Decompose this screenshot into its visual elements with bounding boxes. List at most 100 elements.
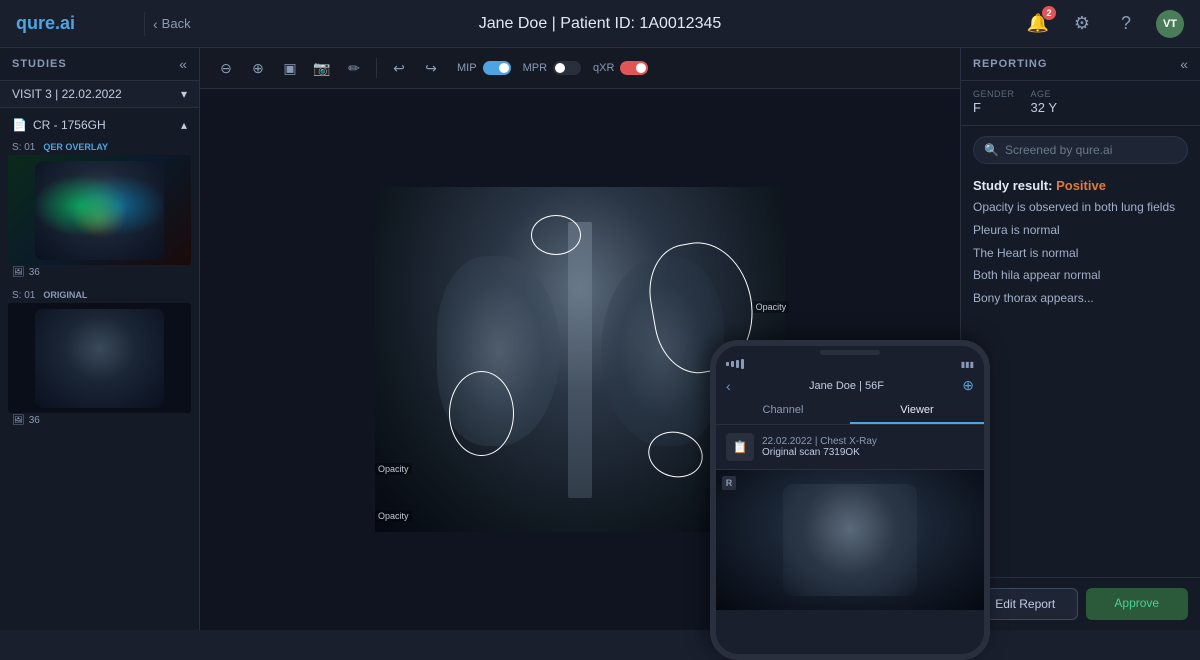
- study-name-item[interactable]: 📄 CR - 1756GH ▴: [0, 114, 199, 136]
- viewer-content: Opacity Opacity Opacity Opacity: [200, 89, 960, 630]
- thumbnail-count-1: 🖼 36: [8, 265, 191, 280]
- qxr-label: qXR: [593, 62, 614, 74]
- gear-icon: ⚙: [1074, 13, 1090, 34]
- mpr-toggle[interactable]: [553, 61, 581, 75]
- panel-collapse-button[interactable]: «: [1180, 56, 1188, 72]
- image-icon-2: 🖼: [12, 415, 25, 426]
- mobile-patient-label: Jane Doe | 56F: [809, 380, 884, 392]
- mip-label: MIP: [457, 62, 477, 74]
- right-panel: REPORTING « GENDER F AGE 32 Y 🔍 Screened…: [960, 48, 1200, 630]
- finding-1: Pleura is normal: [973, 222, 1188, 239]
- report-content: Study result: Positive Opacity is observ…: [961, 174, 1200, 577]
- zoom-out-icon: ⊖: [220, 60, 232, 77]
- pencil-icon: ✏: [348, 60, 360, 77]
- thumbnail-original[interactable]: S: 01 ORIGINAL 🖼 36: [0, 284, 199, 432]
- sidebar-title: STUDIES: [12, 58, 67, 70]
- finding-3: Both hila appear normal: [973, 267, 1188, 284]
- user-avatar[interactable]: VT: [1156, 10, 1184, 38]
- mobile-study-name: Original scan 7319OK: [762, 447, 974, 458]
- redo-icon: ↪: [425, 60, 437, 77]
- mobile-r-badge: R: [722, 476, 736, 490]
- undo-button[interactable]: ↩: [385, 54, 413, 82]
- mobile-tab-channel[interactable]: Channel: [716, 398, 850, 424]
- gender-label: GENDER: [973, 89, 1015, 99]
- mobile-study-item[interactable]: 📋 22.02.2022 | Chest X-Ray Original scan…: [716, 425, 984, 470]
- draw-button[interactable]: ✏: [340, 54, 368, 82]
- mobile-tab-viewer[interactable]: Viewer: [850, 398, 984, 424]
- mobile-header: ‹ Jane Doe | 56F ⊕: [716, 371, 984, 398]
- bottom-actions: Edit Report Approve: [961, 577, 1200, 630]
- help-button[interactable]: ?: [1112, 10, 1140, 38]
- window-level-icon: ▣: [283, 60, 296, 77]
- mobile-study-date: 22.02.2022 | Chest X-Ray: [762, 436, 974, 447]
- signal-bars: [726, 359, 744, 369]
- toolbar-divider-1: [376, 58, 377, 78]
- sidebar-collapse-button[interactable]: «: [179, 56, 187, 72]
- search-bar[interactable]: 🔍 Screened by qure.ai: [973, 136, 1188, 164]
- snapshot-button[interactable]: 📷: [308, 54, 336, 82]
- zoom-out-button[interactable]: ⊖: [212, 54, 240, 82]
- back-arrow-icon: ‹: [153, 16, 158, 32]
- sidebar-header: STUDIES «: [0, 48, 199, 81]
- thumbnail-count-2: 🖼 36: [8, 413, 191, 428]
- panel-title: REPORTING: [973, 58, 1047, 70]
- mobile-notch: [820, 350, 880, 355]
- top-bar: qure.ai ‹ Back Jane Doe | Patient ID: 1A…: [0, 0, 1200, 48]
- settings-button[interactable]: ⚙: [1068, 10, 1096, 38]
- patient-title: Jane Doe | Patient ID: 1A0012345: [479, 15, 722, 33]
- thumbnail-overlay[interactable]: S: 01 QER OVERLAY 🖼 36: [0, 136, 199, 284]
- outline-trachea: [531, 215, 581, 255]
- gender-value: F: [973, 100, 981, 115]
- back-button[interactable]: ‹ Back: [144, 12, 199, 36]
- mpr-toggle-group: MPR: [523, 61, 581, 75]
- finding-2: The Heart is normal: [973, 245, 1188, 262]
- mobile-share-icon[interactable]: ⊕: [962, 377, 974, 394]
- file-icon: 📄: [12, 118, 27, 132]
- undo-icon: ↩: [393, 60, 405, 77]
- panel-header: REPORTING «: [961, 48, 1200, 81]
- overlay-tag: QER OVERLAY: [43, 142, 108, 153]
- sidebar: STUDIES « VISIT 3 | 22.02.2022 ▾ 📄 CR - …: [0, 48, 200, 630]
- opacity-label-bottom-left: Opacity: [375, 510, 412, 522]
- main-layout: STUDIES « VISIT 3 | 22.02.2022 ▾ 📄 CR - …: [0, 48, 1200, 630]
- image-icon-1: 🖼: [12, 267, 25, 278]
- series-label-1: S: 01: [12, 142, 35, 153]
- age-label: AGE: [1031, 89, 1058, 99]
- mobile-back-icon[interactable]: ‹: [726, 378, 731, 394]
- notifications-button[interactable]: 🔔 2: [1024, 10, 1052, 38]
- outline-left-lower-lung: [449, 371, 514, 456]
- redo-button[interactable]: ↪: [417, 54, 445, 82]
- mpr-label: MPR: [523, 62, 547, 74]
- chevron-up-icon: ▴: [181, 118, 187, 132]
- mip-toggle[interactable]: [483, 61, 511, 75]
- mobile-overlay: ▮▮▮ ‹ Jane Doe | 56F ⊕ Channel Viewer 📋 …: [710, 340, 990, 660]
- opacity-label-top-right: Opacity: [753, 301, 790, 313]
- top-actions: 🔔 2 ⚙ ? VT: [1024, 10, 1184, 38]
- search-placeholder-text: Screened by qure.ai: [1005, 143, 1112, 157]
- qxr-toggle-group: qXR: [593, 61, 648, 75]
- chevron-down-icon: ▾: [181, 87, 187, 101]
- qxr-toggle[interactable]: [620, 61, 648, 75]
- series-label-2: S: 01: [12, 290, 35, 301]
- window-level-button[interactable]: ▣: [276, 54, 304, 82]
- study-result-value: Positive: [1056, 178, 1106, 193]
- mip-toggle-group: MIP: [457, 61, 511, 75]
- age-meta: AGE 32 Y: [1031, 89, 1058, 117]
- gender-meta: GENDER F: [973, 89, 1015, 117]
- zoom-in-icon: ⊕: [252, 60, 264, 77]
- original-tag: ORIGINAL: [43, 290, 87, 301]
- patient-meta: GENDER F AGE 32 Y: [961, 81, 1200, 126]
- app-logo: qure.ai: [16, 13, 136, 34]
- visit-selector[interactable]: VISIT 3 | 22.02.2022 ▾: [0, 81, 199, 108]
- mobile-xray-thumbnail: R: [716, 470, 984, 610]
- finding-0: Opacity is observed in both lung fields: [973, 199, 1188, 216]
- notification-badge: 2: [1042, 6, 1056, 20]
- camera-icon: 📷: [313, 60, 330, 77]
- zoom-in-button[interactable]: ⊕: [244, 54, 272, 82]
- viewer-toolbar: ⊖ ⊕ ▣ 📷 ✏ ↩ ↪ MIP: [200, 48, 960, 89]
- viewer-area: ⊖ ⊕ ▣ 📷 ✏ ↩ ↪ MIP: [200, 48, 960, 630]
- thumbnail-image-overlay: [8, 155, 191, 265]
- approve-button[interactable]: Approve: [1086, 588, 1189, 620]
- mobile-tabs: Channel Viewer: [716, 398, 984, 425]
- search-icon: 🔍: [984, 143, 999, 157]
